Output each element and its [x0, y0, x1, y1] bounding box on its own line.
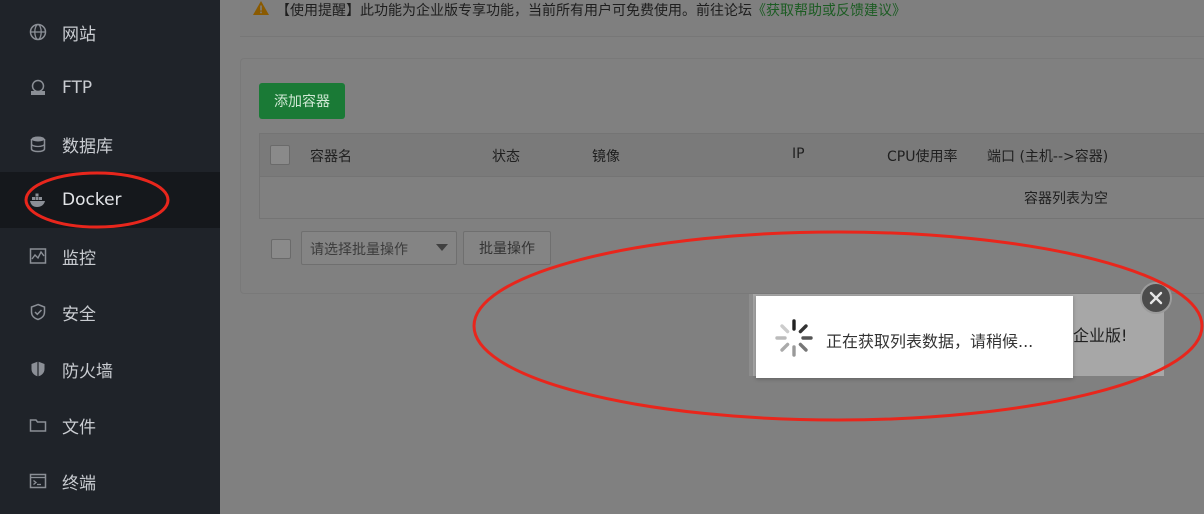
loading-message: 正在获取列表数据，请稍候...	[826, 332, 1034, 351]
sidebar-item-website[interactable]: 网站	[0, 4, 220, 60]
spinner-icon	[775, 319, 813, 357]
sidebar-item-database[interactable]: 数据库	[0, 116, 220, 172]
sidebar-item-label: 防火墙	[62, 361, 113, 382]
sidebar-item-firewall[interactable]: 防火墙	[0, 341, 220, 397]
sidebar-item-docker[interactable]: Docker	[0, 172, 220, 228]
help-feedback-link[interactable]: 《获取帮助或反馈建议》	[752, 3, 906, 19]
notice-message: 【使用提醒】此功能为企业版专享功能，当前所有用户可免费使用。前往论坛	[276, 3, 752, 19]
notice-text: 【使用提醒】此功能为企业版专享功能，当前所有用户可免费使用。前往论坛《获取帮助或…	[276, 0, 906, 20]
sidebar-item-label: 监控	[62, 248, 96, 269]
caret-down-icon	[436, 244, 448, 251]
close-icon	[1149, 291, 1163, 305]
monitor-icon	[29, 247, 47, 265]
sidebar-item-security[interactable]: 安全	[0, 284, 220, 340]
sidebar-item-label: 数据库	[62, 136, 113, 157]
ftp-icon	[29, 79, 47, 97]
select-all-checkbox[interactable]	[270, 145, 290, 165]
sidebar-item-monitor[interactable]: 监控	[0, 228, 220, 284]
container-table: 容器名 状态 镜像 IP CPU使用率 端口 (主机-->容器) 容器列表为空	[259, 133, 1204, 219]
batch-select-checkbox[interactable]	[271, 239, 291, 259]
sidebar-item-files[interactable]: 文件	[0, 397, 220, 453]
batch-operation-button[interactable]: 批量操作	[463, 231, 551, 265]
table-header: 容器名 状态 镜像 IP CPU使用率 端口 (主机-->容器)	[260, 134, 1204, 177]
sidebar-item-label: FTP	[62, 78, 93, 98]
warning-icon	[252, 0, 270, 20]
sidebar-item-label: 网站	[62, 24, 96, 45]
enterprise-dialog-text: 企业版!	[1073, 326, 1128, 345]
add-container-button[interactable]: 添加容器	[259, 83, 345, 119]
notice-bar: 【使用提醒】此功能为企业版专享功能，当前所有用户可免费使用。前往论坛《获取帮助或…	[240, 0, 1204, 37]
firewall-icon	[29, 360, 47, 378]
terminal-icon	[29, 472, 47, 490]
sidebar-item-label: 安全	[62, 304, 96, 325]
column-header-image: 镜像	[592, 149, 620, 165]
close-dialog-button[interactable]	[1140, 282, 1172, 314]
sidebar-item-label: Docker	[62, 190, 122, 210]
column-header-name: 容器名	[310, 149, 352, 165]
sidebar-item-label: 文件	[62, 417, 96, 438]
docker-icon	[29, 191, 47, 209]
column-header-cpu: CPU使用率	[887, 149, 958, 165]
sidebar-item-ftp[interactable]: FTP	[0, 60, 220, 116]
empty-list-text: 容器列表为空	[1024, 191, 1108, 207]
sidebar-item-terminal[interactable]: 终端	[0, 453, 220, 509]
column-header-status: 状态	[492, 149, 520, 165]
column-header-port: 端口 (主机-->容器)	[987, 149, 1109, 165]
batch-operation-select[interactable]: 请选择批量操作	[301, 231, 457, 265]
shield-icon	[29, 303, 47, 321]
database-icon	[29, 135, 47, 153]
loading-toast: 正在获取列表数据，请稍候...	[756, 296, 1073, 378]
column-header-ip: IP	[792, 146, 805, 162]
folder-icon	[29, 416, 47, 434]
sidebar: 网站 FTP 数据库 Docker 监控 安全 防火墙 文件 终端	[0, 0, 220, 514]
globe-icon	[29, 23, 47, 41]
container-panel: 添加容器 容器名 状态 镜像 IP CPU使用率 端口 (主机-->容器) 容器…	[240, 58, 1204, 294]
batch-select-placeholder: 请选择批量操作	[310, 242, 408, 258]
sidebar-item-label: 终端	[62, 473, 96, 494]
